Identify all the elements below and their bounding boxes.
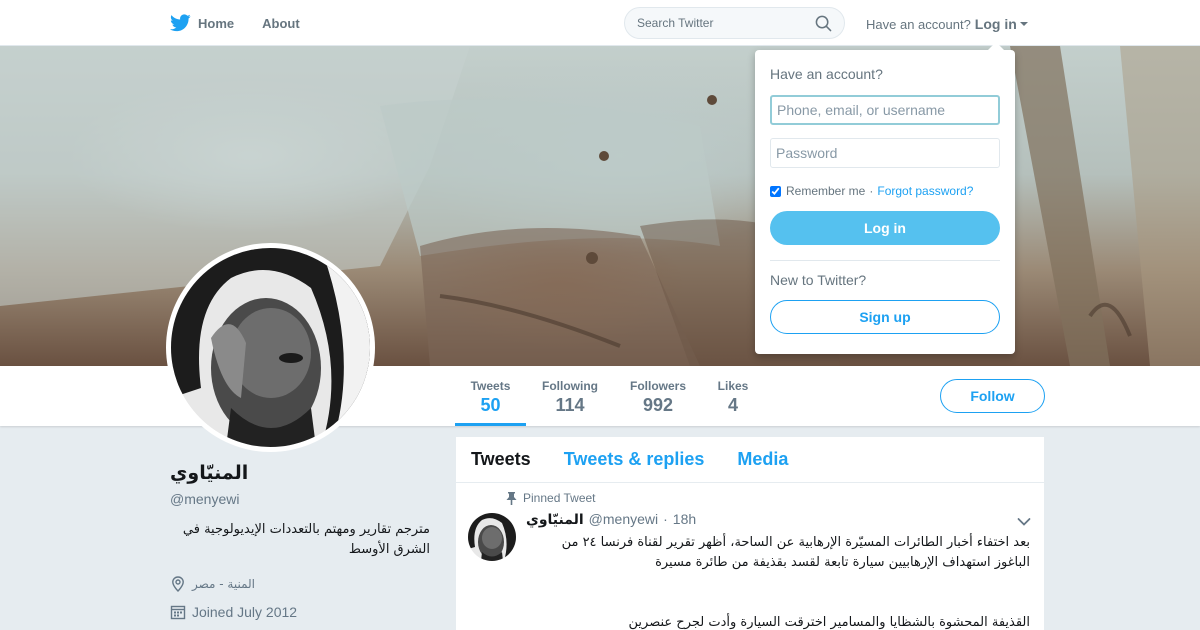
- stat-tweets[interactable]: Tweets 50: [455, 366, 526, 426]
- stat-followers[interactable]: Followers 992: [624, 366, 692, 426]
- location-pin-icon: [172, 576, 184, 592]
- new-to-twitter-text: New to Twitter?: [770, 272, 867, 288]
- timeline-tabs: Tweets Tweets & replies Media: [456, 437, 1044, 483]
- nav-left-group: Home About: [170, 0, 328, 46]
- tweet-text: بعد اختفاء أخبار الطائرات المسيّرة الإره…: [561, 535, 1030, 570]
- stat-followers-value: 992: [642, 395, 674, 415]
- search-box: [624, 7, 845, 39]
- pin-icon: [506, 491, 517, 505]
- profile-joined: Joined July 2012: [170, 604, 297, 620]
- have-account-text: Have an account?: [866, 16, 971, 32]
- nav-home[interactable]: Home: [170, 14, 234, 32]
- tweet-author-name[interactable]: المنيّاوي: [526, 512, 584, 528]
- follow-button[interactable]: Follow: [940, 379, 1045, 413]
- remember-row: Remember me · Forgot password?: [770, 184, 1000, 198]
- profile-name: المنيّاوي: [170, 462, 249, 484]
- tweet-header: المنيّاوي @menyewi · 18h: [526, 511, 696, 528]
- login-dropdown-toggle[interactable]: Log in: [975, 16, 1017, 32]
- tweet-text-continued: القذيفة المحشوة بالشظايا والمسامير اخترق…: [628, 615, 1030, 630]
- chevron-down-icon[interactable]: [1017, 517, 1031, 527]
- twitter-bird-icon: [170, 14, 191, 32]
- account-login-area: Have an account? Log in: [866, 16, 1028, 32]
- tab-tweets-replies[interactable]: Tweets & replies: [564, 449, 705, 470]
- remember-checkbox[interactable]: [770, 185, 781, 197]
- stat-following[interactable]: Following 114: [537, 366, 603, 426]
- search-input[interactable]: [637, 16, 815, 30]
- timeline: Tweets Tweets & replies Media Pinned Twe…: [456, 437, 1044, 630]
- nav-about[interactable]: About: [262, 16, 300, 31]
- profile-avatar[interactable]: [166, 243, 375, 452]
- dropdown-title: Have an account?: [770, 66, 883, 82]
- nav-home-label: Home: [198, 15, 235, 31]
- stat-tweets-value: 50: [480, 395, 501, 415]
- dropdown-divider: [770, 260, 1000, 261]
- stat-following-value: 114: [555, 395, 585, 415]
- tab-media[interactable]: Media: [737, 449, 788, 470]
- tweet-separator: ·: [663, 511, 668, 527]
- nav-about-label: About: [262, 15, 300, 31]
- stat-following-label: Following: [542, 379, 598, 393]
- profile-handle[interactable]: @menyewi: [170, 491, 239, 507]
- top-navigation-bar: Home About Have an account? Log in: [0, 0, 1200, 46]
- profile-bio: مترجم تقارير ومهتم بالتعددات الإيديولوجي…: [182, 522, 430, 557]
- profile-location: المنية - مصر: [170, 576, 255, 592]
- stat-likes-value: 4: [727, 395, 738, 415]
- tweet-author-handle[interactable]: @menyewi: [589, 511, 658, 527]
- password-field[interactable]: [770, 138, 1000, 168]
- username-field[interactable]: [770, 95, 1000, 125]
- stat-likes-label: Likes: [717, 379, 749, 393]
- pinned-tweet[interactable]: Pinned Tweet المنيّاوي @menyewi · 18h بع…: [456, 483, 1044, 630]
- signup-button[interactable]: Sign up: [770, 300, 1000, 334]
- profile-location-text: المنية - مصر: [192, 577, 256, 591]
- pinned-label: Pinned Tweet: [523, 491, 596, 505]
- caret-down-icon[interactable]: [1019, 22, 1028, 26]
- remember-label: Remember me: [786, 184, 866, 198]
- tab-tweets[interactable]: Tweets: [471, 449, 531, 470]
- tweet-timestamp[interactable]: 18h: [673, 511, 696, 527]
- search-icon[interactable]: [815, 15, 832, 32]
- calendar-icon: [170, 605, 186, 620]
- remember-separator: ·: [869, 184, 874, 198]
- avatar-image: [171, 248, 370, 447]
- login-dropdown: Have an account? Remember me · Forgot pa…: [755, 42, 1015, 354]
- stat-followers-label: Followers: [629, 379, 686, 393]
- tweet-avatar[interactable]: [468, 513, 516, 561]
- stat-tweets-label: Tweets: [470, 379, 511, 393]
- pinned-indicator: Pinned Tweet: [506, 491, 596, 505]
- forgot-password-link[interactable]: Forgot password?: [877, 184, 973, 198]
- login-button[interactable]: Log in: [770, 211, 1000, 245]
- stat-likes[interactable]: Likes 4: [713, 366, 753, 426]
- profile-joined-text: Joined July 2012: [192, 604, 298, 620]
